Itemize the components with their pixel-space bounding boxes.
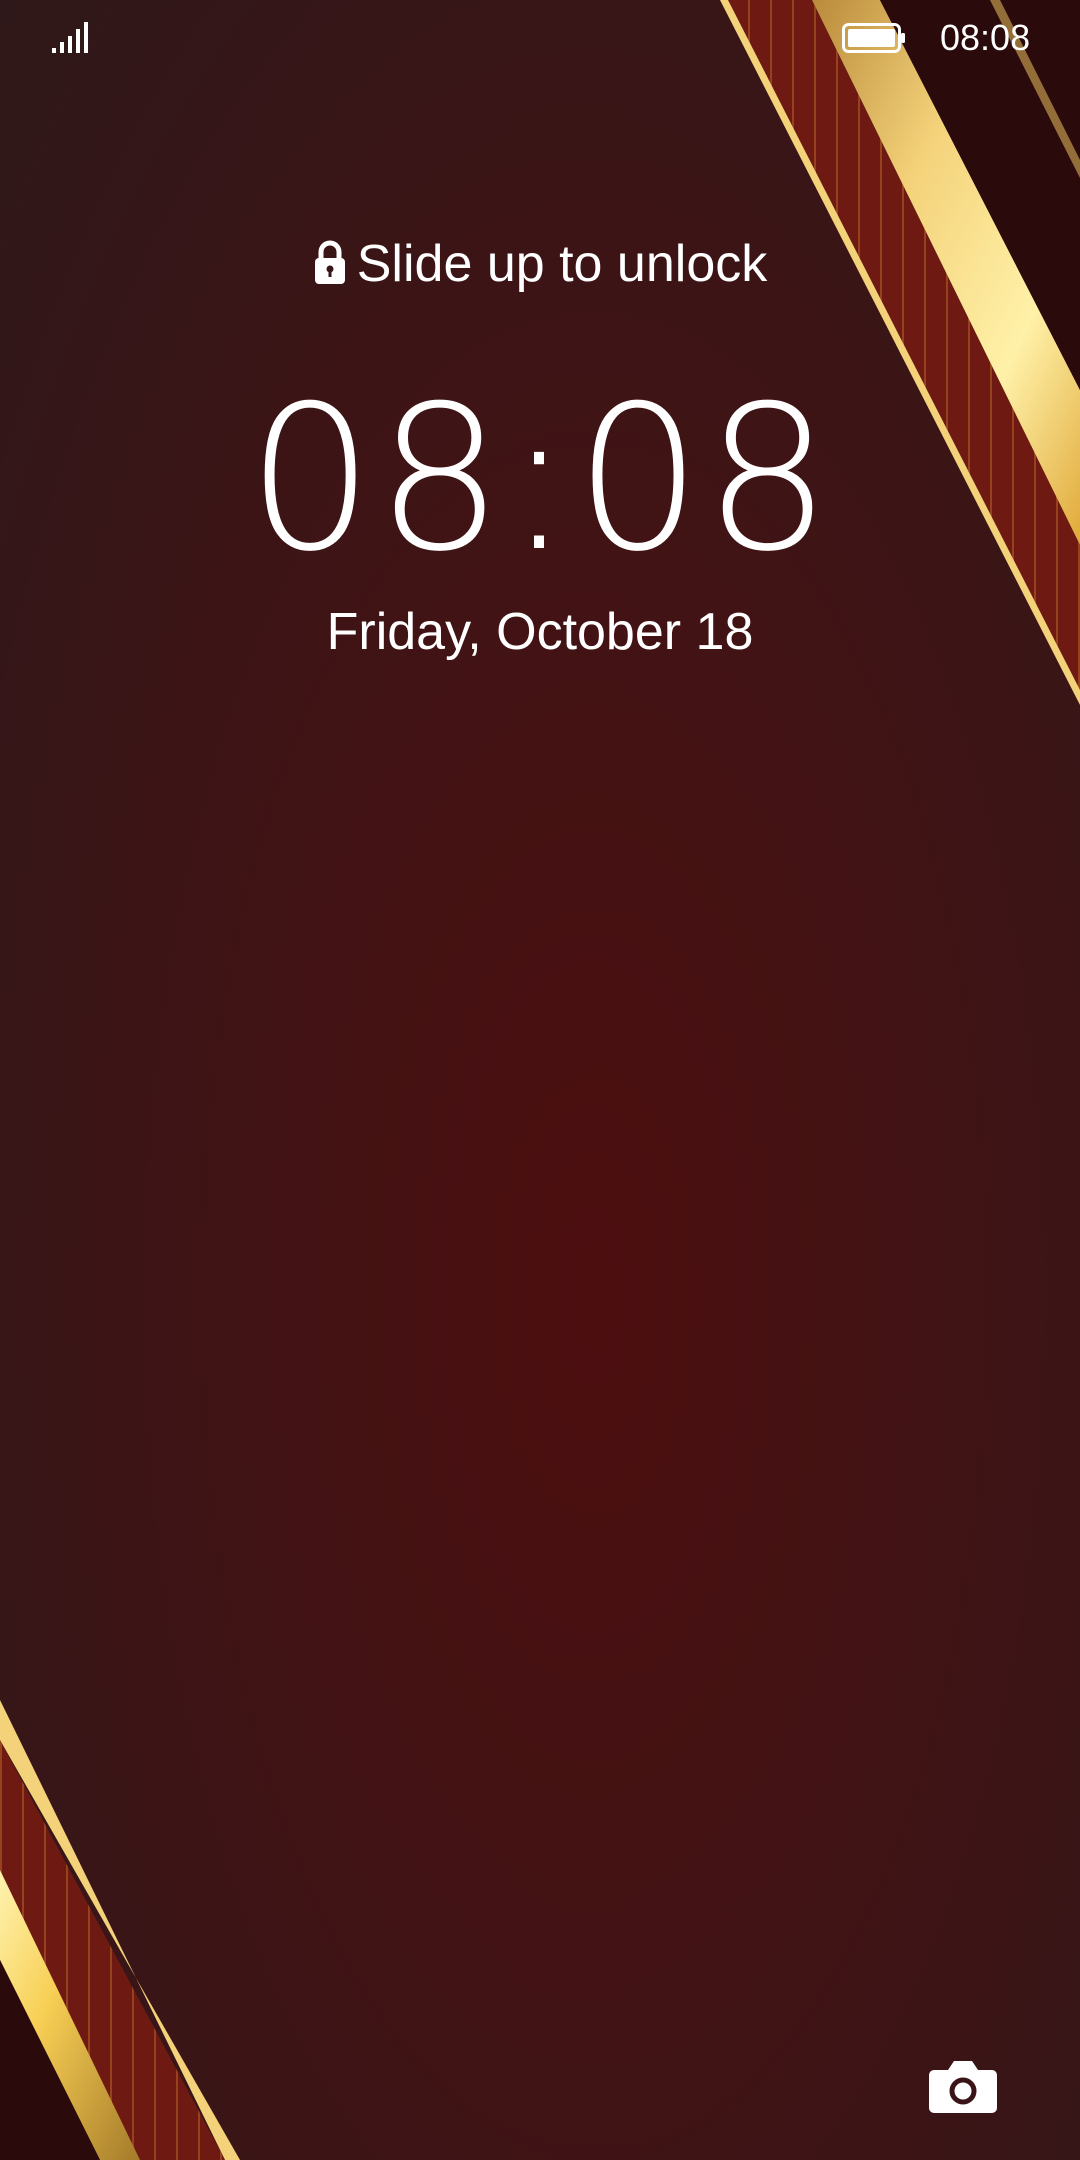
lock-icon: [314, 240, 345, 284]
wallpaper: [0, 0, 1080, 2160]
status-time: 08:08: [940, 17, 1031, 58]
signal-bars-icon: [52, 22, 88, 53]
lock-date: Friday, October 18: [326, 603, 754, 661]
unlock-hint-text: Slide up to unlock: [356, 235, 768, 293]
bottom-left-band: [0, 1700, 240, 2160]
status-bar: 08:08: [0, 0, 1080, 80]
lock-screen[interactable]: 08:08 Slide up to unlock 08:08 Friday, O…: [0, 0, 1080, 2160]
unlock-hint: Slide up to unlock: [0, 232, 1080, 296]
battery-icon: [842, 23, 905, 53]
lock-clock: 08:08: [246, 363, 834, 596]
camera-icon[interactable]: [928, 2058, 998, 2114]
